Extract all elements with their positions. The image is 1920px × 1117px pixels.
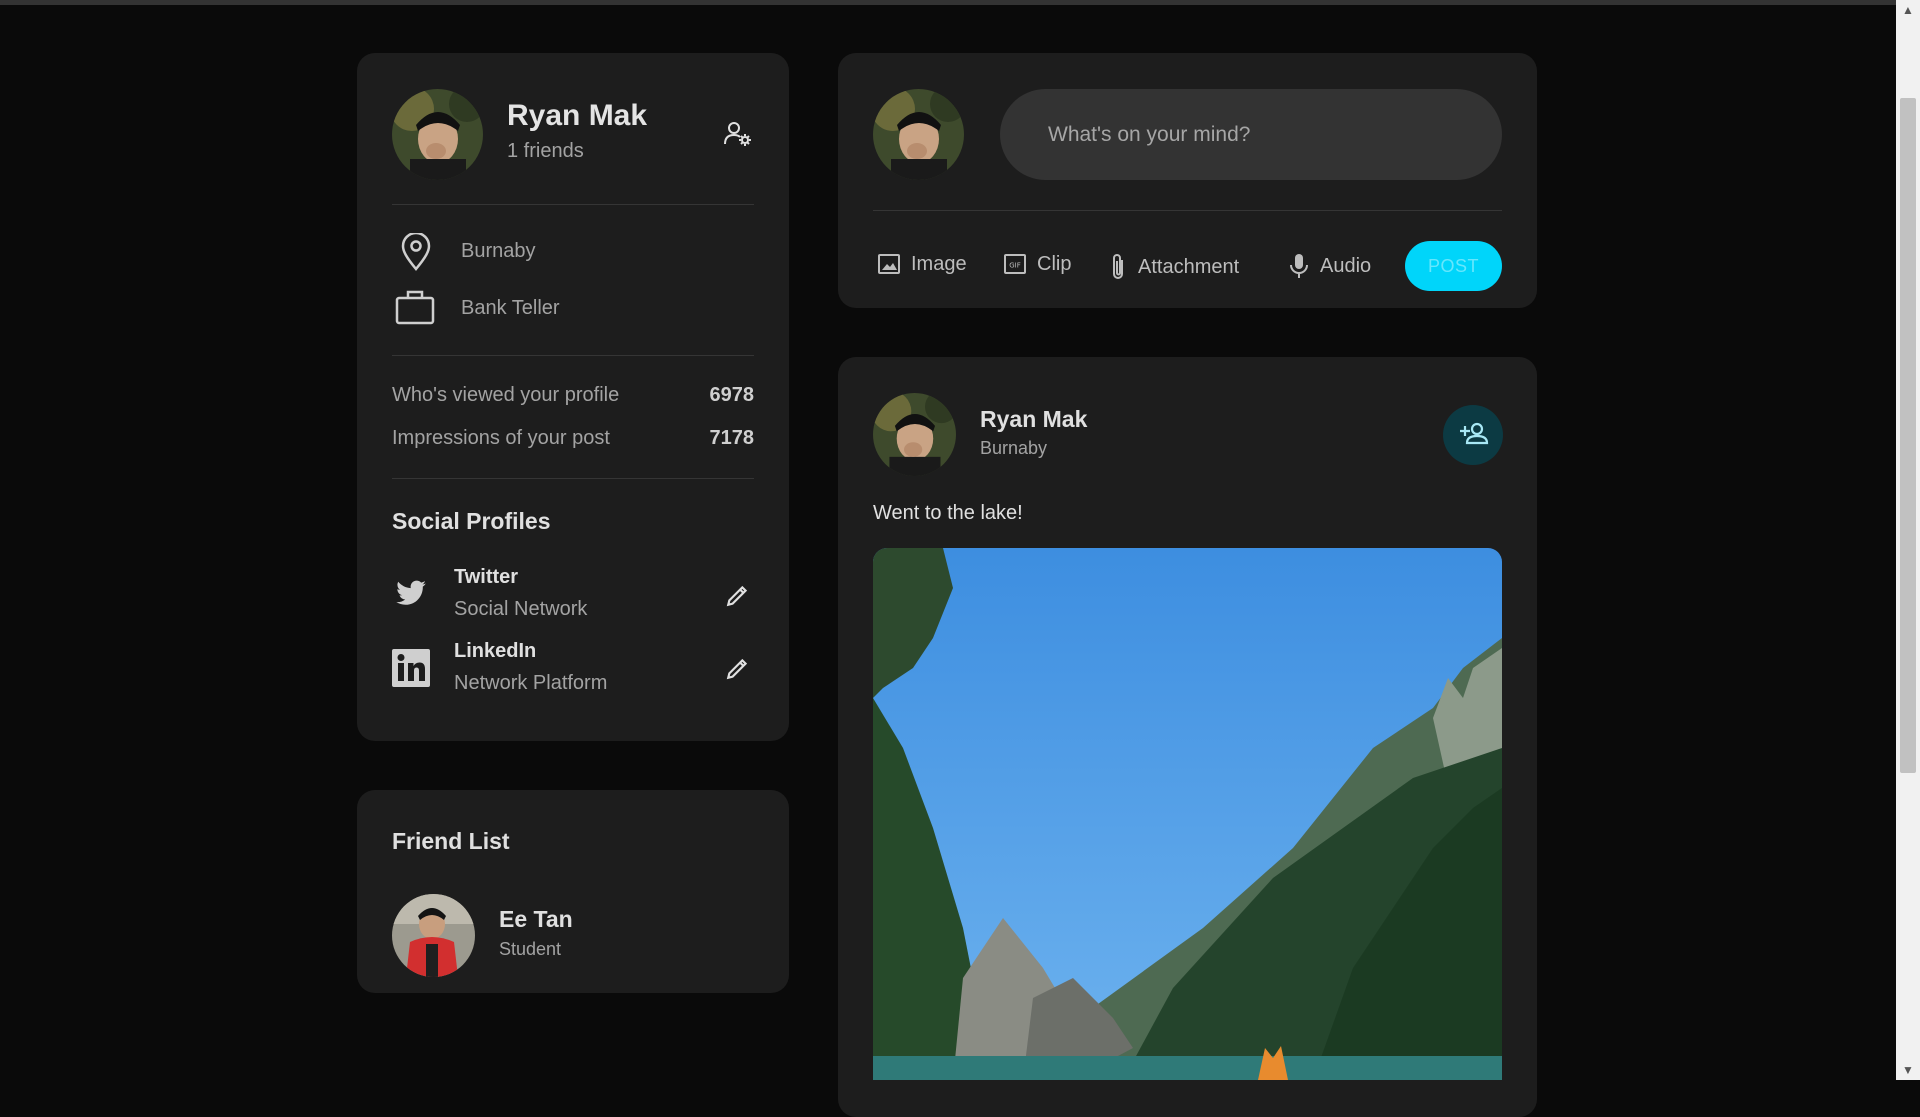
profile-views-value: 6978 [709,384,755,406]
profile-name[interactable]: Ryan Mak [507,99,647,133]
profile-avatar[interactable] [392,89,483,180]
image-button-label: Image [911,252,967,275]
linkedin-type: Network Platform [454,672,608,694]
location-text: Burnaby [461,240,536,262]
post-image[interactable] [873,548,1502,1080]
add-person-icon [1460,422,1489,445]
post-button[interactable]: POST [1405,241,1502,291]
composer-avatar [873,89,964,180]
stats-divider [392,478,754,479]
occupation-text: Bank Teller [461,297,560,319]
audio-button-label: Audio [1320,254,1372,277]
twitter-name[interactable]: Twitter [454,566,518,589]
attachment-button[interactable]: Attachment [1108,252,1239,282]
briefcase-icon [394,288,436,326]
image-button[interactable]: Image [877,252,967,276]
friend-subtitle: Student [499,939,562,959]
post-author-name[interactable]: Ryan Mak [980,406,1087,433]
friends-count: 1 friends [507,140,584,162]
add-friend-button[interactable] [1443,405,1503,465]
top-border [0,0,1896,5]
linkedin-name[interactable]: LinkedIn [454,640,536,663]
friend-name[interactable]: Ee Tan [499,906,573,933]
social-profiles-title: Social Profiles [392,508,551,534]
location-pin-icon [400,233,432,271]
edit-twitter-icon[interactable] [725,582,751,608]
linkedin-icon [392,649,430,687]
attachment-button-label: Attachment [1138,255,1240,278]
scroll-up-arrow-icon[interactable]: ▲ [1896,0,1920,20]
twitter-icon [392,575,430,609]
gif-icon: GIF [1004,254,1026,274]
microphone-icon [1290,254,1308,278]
paperclip-icon [1113,254,1123,279]
post-input[interactable] [1000,89,1502,180]
composer-divider [873,210,1502,211]
svg-text:GIF: GIF [1009,262,1021,270]
image-icon [878,254,900,274]
post-author-avatar[interactable] [873,393,956,476]
profile-views-label: Who's viewed your profile [392,384,620,406]
clip-button-label: Clip [1037,252,1072,275]
friend-avatar[interactable] [392,894,475,977]
scroll-down-arrow-icon[interactable]: ▼ [1896,1060,1920,1080]
clip-button[interactable]: GIF Clip [1003,252,1071,276]
impressions-label: Impressions of your post [392,427,610,449]
profile-divider [392,204,754,205]
manage-account-icon[interactable] [723,120,753,148]
scrollbar-thumb[interactable] [1900,98,1916,773]
audio-button[interactable]: Audio [1288,252,1371,280]
info-divider [392,355,754,356]
edit-linkedin-icon[interactable] [725,655,751,681]
twitter-type: Social Network [454,598,588,620]
impressions-value: 7178 [709,427,755,449]
friend-list-title: Friend List [392,828,510,854]
page-scrollbar[interactable]: ▲ ▼ [1896,0,1920,1080]
post-author-location: Burnaby [980,438,1048,458]
post-text: Went to the lake! [873,502,1023,524]
